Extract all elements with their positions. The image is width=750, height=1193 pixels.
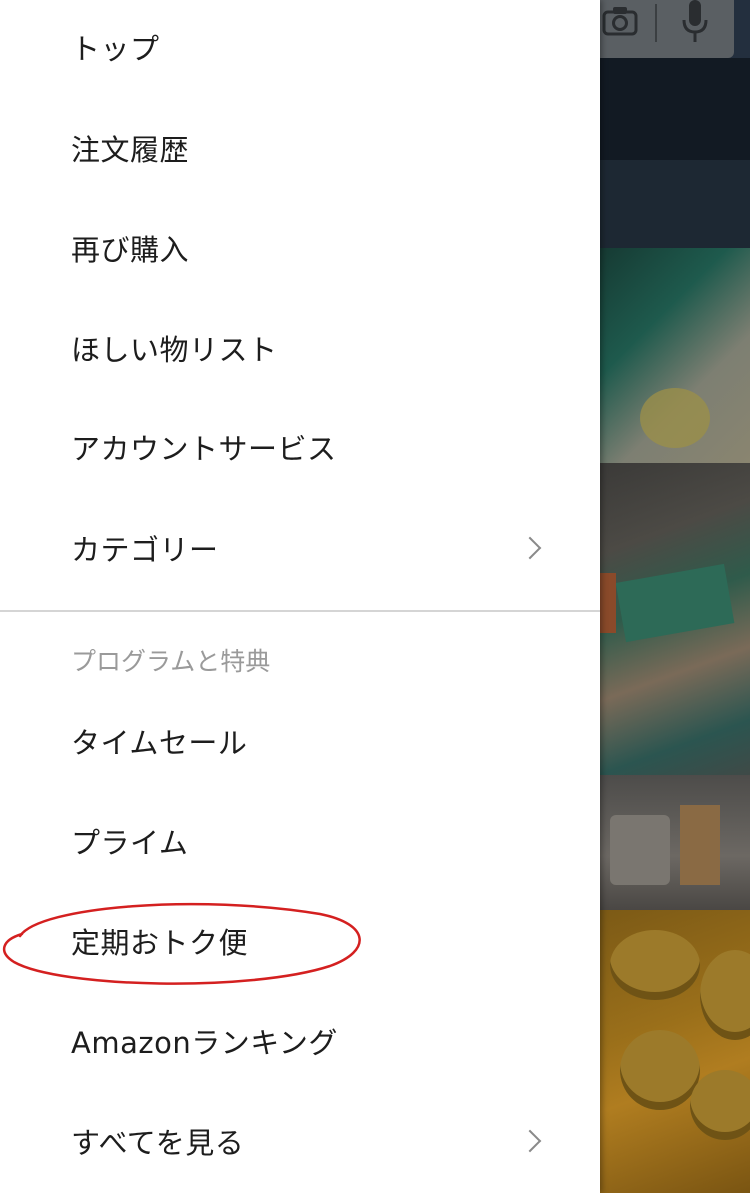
menu-item-time-sale[interactable]: タイムセール (0, 691, 600, 791)
menu-item-subscribe-and-save[interactable]: 定期おトク便 (0, 891, 600, 991)
menu-item-label: トップ (71, 32, 160, 66)
menu-item-label: 定期おトク便 (71, 926, 249, 960)
menu-item-label: カテゴリー (71, 533, 219, 567)
menu-item-account-services[interactable]: アカウントサービス (0, 397, 600, 497)
menu-item-label: ほしい物リスト (71, 333, 278, 367)
background-product-image (600, 463, 750, 775)
menu-item-prime[interactable]: プライム (0, 791, 600, 891)
menu-item-amazon-ranking[interactable]: Amazonランキング (0, 991, 600, 1091)
section-divider (0, 610, 600, 612)
navigation-drawer: トップ 注文履歴 再び購入 ほしい物リスト アカウントサービス カテゴリー プロ… (0, 0, 600, 1193)
menu-item-label: プライム (71, 826, 189, 860)
section-header-programs: プログラムと特典 (71, 647, 271, 676)
background-header (600, 58, 750, 160)
menu-item-label: Amazonランキング (71, 1026, 338, 1060)
chevron-right-icon (518, 536, 542, 560)
menu-item-top[interactable]: トップ (0, 0, 600, 97)
menu-item-order-history[interactable]: 注文履歴 (0, 98, 600, 198)
menu-item-see-all[interactable]: すべてを見る (0, 1091, 600, 1191)
menu-item-wish-list[interactable]: ほしい物リスト (0, 298, 600, 398)
menu-item-label: 再び購入 (71, 233, 190, 267)
menu-item-categories[interactable]: カテゴリー (0, 498, 600, 598)
app-screen: トップ 注文履歴 再び購入 ほしい物リスト アカウントサービス カテゴリー プロ… (0, 0, 750, 1193)
background-banner-image (600, 248, 750, 463)
background-coupon-image (600, 910, 750, 1193)
search-bar-fragment[interactable] (590, 0, 734, 58)
menu-item-label: タイムセール (71, 726, 248, 760)
microphone-icon[interactable] (680, 0, 710, 50)
chevron-right-icon (518, 1129, 542, 1153)
menu-item-label: アカウントサービス (71, 432, 337, 466)
background-kitchen-image (600, 775, 750, 910)
menu-item-label: 注文履歴 (71, 133, 190, 167)
menu-item-label: すべてを見る (71, 1126, 245, 1160)
background-subheader (600, 160, 750, 248)
menu-item-buy-again[interactable]: 再び購入 (0, 198, 600, 298)
camera-icon[interactable] (602, 4, 638, 42)
search-divider (655, 4, 657, 42)
